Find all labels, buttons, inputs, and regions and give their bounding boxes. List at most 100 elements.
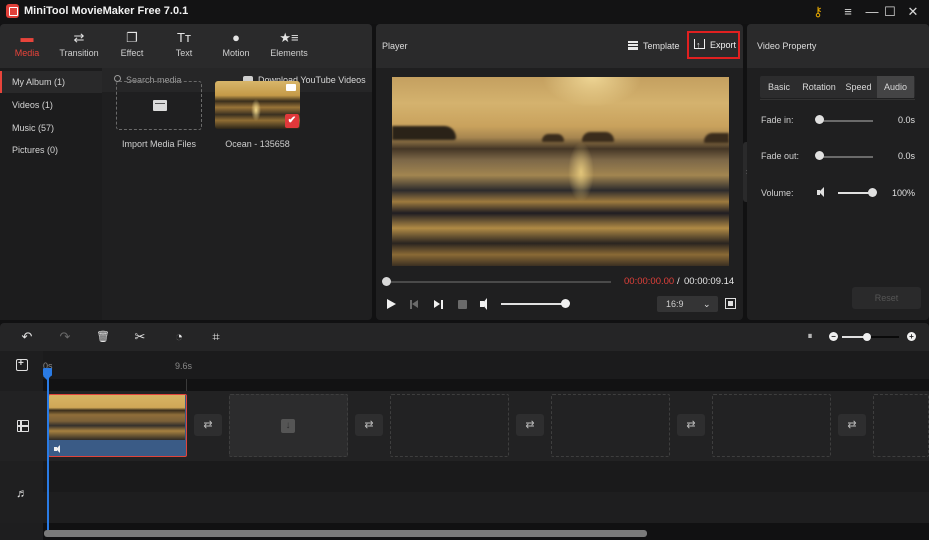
thumbnail-sun-reflection <box>251 99 261 121</box>
preview-island <box>392 126 456 140</box>
music-note-icon: ♬ <box>16 486 28 500</box>
volume-label: Volume: <box>761 188 794 198</box>
transition-slot-button[interactable]: ⇄ <box>355 414 383 436</box>
fit-timeline-icon[interactable]: ⏸ <box>802 329 818 345</box>
zoom-in-icon[interactable]: + <box>907 332 916 341</box>
timeline-zoom-slider-rest[interactable] <box>867 336 899 338</box>
template-button[interactable]: Template <box>624 34 684 58</box>
volume-value: 100% <box>891 188 915 198</box>
tab-label: Motion <box>222 48 250 58</box>
fade-out-handle[interactable] <box>815 151 824 160</box>
key-icon[interactable]: ⚷ <box>808 3 828 21</box>
play-button[interactable] <box>384 297 398 311</box>
minimize-button[interactable]: — <box>862 3 882 21</box>
close-button[interactable]: ✕ <box>903 3 923 21</box>
album-item-pictures[interactable]: Pictures (0) <box>0 139 102 161</box>
fade-in-handle[interactable] <box>815 115 824 124</box>
empty-clip-slot[interactable] <box>390 394 509 457</box>
clip-volume-handle[interactable] <box>868 188 877 197</box>
elements-star-icon: ★≡ <box>279 30 299 45</box>
stop-button[interactable] <box>455 297 469 311</box>
export-button[interactable]: Export <box>687 31 740 59</box>
tab-elements[interactable]: ★≡ Elements <box>263 30 315 58</box>
zoom-out-icon[interactable]: − <box>829 332 838 341</box>
timeline-clip-ocean[interactable] <box>48 394 187 457</box>
undo-icon[interactable]: ↶ <box>19 329 35 345</box>
transition-slot-button[interactable]: ⇄ <box>677 414 705 436</box>
tab-rotation[interactable]: Rotation <box>798 76 840 98</box>
empty-clip-slot[interactable] <box>712 394 831 457</box>
total-time: 00:00:09.14 <box>684 276 735 287</box>
transition-slot-button[interactable]: ⇄ <box>194 414 222 436</box>
volume-slider[interactable] <box>501 303 569 305</box>
drop-here-icon: ↓ <box>281 419 295 433</box>
next-frame-button[interactable] <box>431 297 445 311</box>
playhead-line[interactable] <box>47 372 49 532</box>
seek-bar[interactable] <box>386 281 611 283</box>
tab-motion[interactable]: ● Motion <box>210 30 262 58</box>
timeline-toolbar: ↶ ↷ 🗑 ✂ ◔ ⌗ ⏸ <box>0 323 929 351</box>
tab-transition[interactable]: ⇄ Transition <box>53 30 105 58</box>
delete-icon[interactable]: 🗑 <box>95 329 111 345</box>
text-icon: Tт <box>177 30 191 45</box>
tab-media[interactable]: ▬ Media <box>1 30 53 58</box>
timeline-horizontal-scrollbar[interactable] <box>44 530 647 537</box>
album-item-my-album[interactable]: My Album (1) <box>0 71 102 93</box>
tab-label: Text <box>175 48 193 58</box>
tab-label: Effect <box>120 48 144 58</box>
export-label: Export <box>710 40 737 50</box>
add-track-icon[interactable] <box>16 358 28 371</box>
empty-clip-slot[interactable] <box>873 394 929 457</box>
maximize-button[interactable]: ☐ <box>880 3 900 21</box>
fade-out-slider[interactable] <box>819 156 873 158</box>
crop-icon[interactable]: ⌗ <box>208 329 224 345</box>
property-tabs: Basic Rotation Speed Audio <box>760 76 915 98</box>
previous-frame-button[interactable] <box>407 297 421 311</box>
volume-icon[interactable] <box>479 297 493 311</box>
seek-handle[interactable] <box>382 277 391 286</box>
playhead-handle[interactable] <box>43 368 52 380</box>
empty-clip-slot[interactable]: ↓ <box>229 394 348 457</box>
fullscreen-icon[interactable] <box>725 298 736 309</box>
fade-in-slider[interactable] <box>819 120 873 122</box>
ruler-tick <box>186 379 187 391</box>
tab-label: Transition <box>59 48 99 58</box>
tab-audio[interactable]: Audio <box>877 76 914 98</box>
clip-volume-slider[interactable] <box>838 192 872 194</box>
transition-slot-button[interactable]: ⇄ <box>838 414 866 436</box>
tab-basic[interactable]: Basic <box>760 76 798 98</box>
album-item-music[interactable]: Music (57) <box>0 117 102 139</box>
import-media-button[interactable] <box>116 81 202 130</box>
tab-speed[interactable]: Speed <box>840 76 877 98</box>
tab-effect[interactable]: ❐ Effect <box>106 30 158 58</box>
transition-slot-button[interactable]: ⇄ <box>516 414 544 436</box>
aspect-ratio-value: 16:9 <box>666 299 684 309</box>
player-panel: Player Template Export 00:00:00.00 / 00:… <box>376 24 743 320</box>
album-item-videos[interactable]: Videos (1) <box>0 94 102 116</box>
fade-out-label: Fade out: <box>761 151 800 161</box>
audio-track-lower <box>43 492 929 523</box>
tab-text[interactable]: Tт Text <box>158 30 210 58</box>
split-scissors-icon[interactable]: ✂ <box>132 329 148 345</box>
media-item-label: Ocean - 135658 <box>225 139 290 149</box>
checkmark-icon: ✔ <box>285 114 299 128</box>
redo-icon[interactable]: ↷ <box>57 329 73 345</box>
video-property-panel: Video Property Basic Rotation Speed Audi… <box>747 24 929 320</box>
media-toolbar: ▬ Media ⇄ Transition ❐ Effect Tт Text ● … <box>0 24 372 68</box>
media-thumbnail-ocean[interactable]: ✔ <box>215 81 300 129</box>
timeline-ruler[interactable] <box>0 351 929 379</box>
hamburger-menu-icon[interactable]: ≡ <box>838 3 858 21</box>
empty-clip-slot[interactable] <box>551 394 670 457</box>
import-media-label: Import Media Files <box>121 139 197 149</box>
preview-island <box>542 134 564 142</box>
property-header: Video Property <box>747 24 929 68</box>
app-title: MiniTool MovieMaker Free 7.0.1 <box>24 5 189 17</box>
fade-in-value: 0.0s <box>897 115 915 125</box>
video-preview[interactable] <box>392 77 729 266</box>
timeline-zoom-handle[interactable] <box>863 333 871 341</box>
chevron-down-icon: ⌄ <box>703 299 711 309</box>
reset-button[interactable]: Reset <box>852 287 921 309</box>
speed-gauge-icon[interactable]: ◔ <box>171 329 187 345</box>
volume-handle[interactable] <box>561 299 570 308</box>
aspect-ratio-select[interactable]: 16:9 ⌄ <box>657 296 718 312</box>
